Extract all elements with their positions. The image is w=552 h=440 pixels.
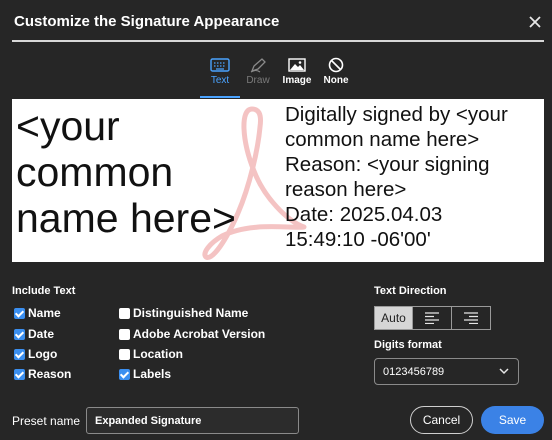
checkbox-acrobat-version[interactable]: Adobe Acrobat Version — [119, 327, 265, 341]
checkbox-box[interactable] — [119, 328, 130, 340]
pen-icon — [250, 58, 266, 73]
tab-text[interactable]: Text — [200, 54, 240, 98]
keyboard-icon — [210, 58, 230, 72]
digits-format-title: Digits format — [374, 339, 442, 351]
preview-name-line: <your — [16, 103, 120, 149]
preview-name-line: name here> — [16, 195, 236, 241]
preview-detail-line: 15:49:10 -06'00' — [285, 228, 431, 251]
tab-draw[interactable]: Draw — [238, 54, 278, 98]
checkbox-label: Reason — [28, 367, 72, 381]
checkbox-distinguished-name[interactable]: Distinguished Name — [119, 306, 248, 320]
checkbox-label: Adobe Acrobat Version — [133, 327, 266, 341]
cancel-button[interactable]: Cancel — [410, 406, 473, 434]
title-divider — [12, 40, 544, 42]
direction-right-button[interactable] — [452, 306, 491, 330]
checkbox-box[interactable] — [14, 307, 25, 319]
checkbox-reason[interactable]: Reason — [14, 367, 71, 381]
checkbox-box[interactable] — [14, 348, 25, 360]
direction-left-button[interactable] — [413, 306, 452, 330]
text-direction-title: Text Direction — [374, 285, 447, 297]
image-icon — [288, 58, 306, 72]
preview-details: Digitally signed by <your common name he… — [285, 102, 541, 252]
checkbox-label: Distinguished Name — [133, 306, 249, 320]
checkbox-box[interactable] — [119, 348, 130, 360]
tab-none[interactable]: None — [316, 54, 356, 98]
dialog-title: Customize the Signature Appearance — [14, 13, 280, 30]
preset-name-label: Preset name — [12, 414, 81, 428]
checkbox-location[interactable]: Location — [119, 347, 183, 361]
preset-name-input[interactable] — [86, 407, 299, 434]
save-button[interactable]: Save — [481, 406, 544, 434]
checkbox-box[interactable] — [119, 368, 130, 380]
preview-detail-line: Reason: <your signing — [285, 153, 490, 176]
digits-format-select[interactable]: 0123456789 — [374, 358, 519, 385]
preview-name-line: common — [16, 149, 174, 195]
checkbox-name[interactable]: Name — [14, 306, 61, 320]
chevron-down-icon — [499, 368, 509, 375]
checkbox-box[interactable] — [14, 328, 25, 340]
checkbox-box[interactable] — [14, 368, 25, 380]
include-text-title: Include Text — [12, 285, 76, 297]
text-direction-group: Auto — [374, 306, 492, 330]
signature-preview: <your common name here> Digitally signed… — [12, 99, 544, 262]
close-icon[interactable] — [527, 14, 543, 30]
appearance-tabs: Text Draw Image None — [0, 54, 552, 100]
tab-label: Text — [210, 75, 230, 86]
tab-label: Draw — [246, 75, 270, 86]
preview-detail-line: Digitally signed by <your — [285, 103, 508, 126]
checkbox-date[interactable]: Date — [14, 327, 54, 341]
direction-auto-button[interactable]: Auto — [374, 306, 413, 330]
checkbox-labels[interactable]: Labels — [119, 367, 171, 381]
align-right-icon — [464, 312, 478, 324]
preview-name: <your common name here> — [16, 103, 286, 241]
none-icon — [328, 57, 344, 73]
checkbox-label: Labels — [133, 367, 172, 381]
tab-label: None — [323, 75, 349, 86]
digits-format-value: 0123456789 — [383, 365, 445, 378]
checkbox-label: Date — [28, 327, 55, 341]
align-left-icon — [425, 312, 439, 324]
tab-image[interactable]: Image — [277, 54, 317, 98]
tab-label: Image — [282, 75, 312, 86]
checkbox-label: Name — [28, 306, 61, 320]
checkbox-logo[interactable]: Logo — [14, 347, 57, 361]
preview-detail-line: common name here> — [285, 128, 480, 151]
preview-detail-line: Date: 2025.04.03 — [285, 203, 443, 226]
preview-detail-line: reason here> — [285, 178, 407, 201]
checkbox-label: Location — [133, 347, 183, 361]
checkbox-box[interactable] — [119, 307, 130, 319]
checkbox-label: Logo — [28, 347, 58, 361]
